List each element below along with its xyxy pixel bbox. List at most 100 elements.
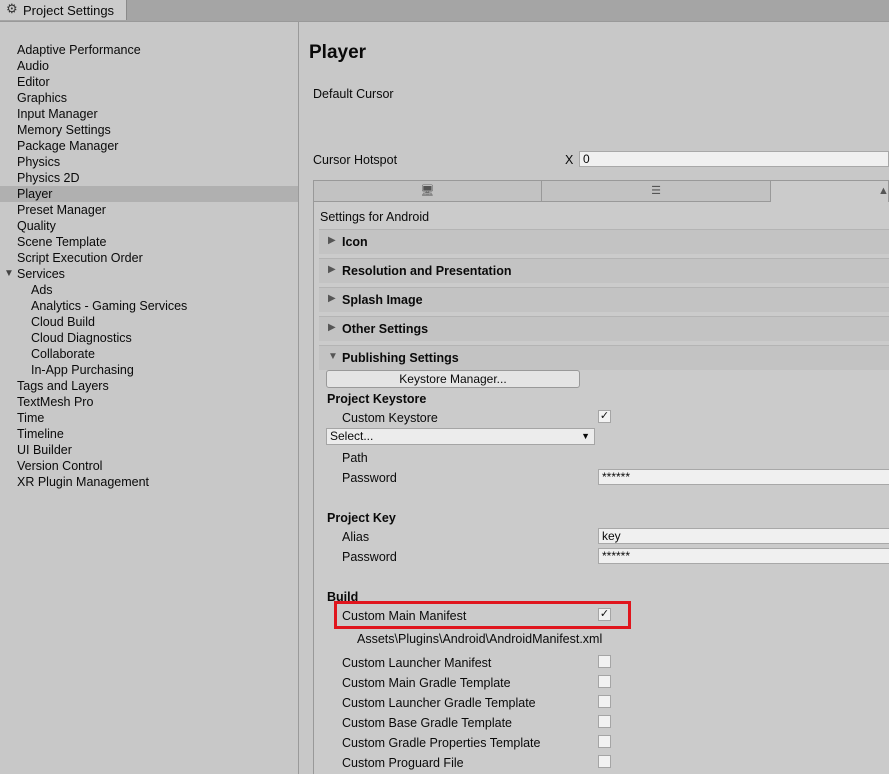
custom-launcher-manifest-checkbox[interactable] <box>598 655 611 668</box>
key-password-label: Password <box>342 550 397 564</box>
sidebar-item-time[interactable]: Time <box>0 410 298 426</box>
sidebar-item-script-execution-order[interactable]: Script Execution Order <box>0 250 298 266</box>
pane-divider[interactable] <box>298 21 299 774</box>
manifest-path-label: Assets\Plugins\Android\AndroidManifest.x… <box>357 632 603 646</box>
expand-triangle-icon: ▼ <box>328 351 338 362</box>
sidebar-item-timeline[interactable]: Timeline <box>0 426 298 442</box>
section-splash-image[interactable]: ▶ Splash Image <box>319 287 889 312</box>
section-icon[interactable]: ▶ Icon <box>319 229 889 254</box>
sidebar-item-label: Memory Settings <box>17 123 111 137</box>
alias-input[interactable]: key <box>598 528 889 544</box>
sidebar-item-input-manager[interactable]: Input Manager <box>0 106 298 122</box>
keystore-select-dropdown[interactable]: Select... ▼ <box>326 428 595 445</box>
sidebar-item-analytics[interactable]: Analytics - Gaming Services <box>0 298 298 314</box>
sidebar-item-package-manager[interactable]: Package Manager <box>0 138 298 154</box>
sidebar-item-textmesh-pro[interactable]: TextMesh Pro <box>0 394 298 410</box>
sidebar-item-collaborate[interactable]: Collaborate <box>0 346 298 362</box>
section-title: Other Settings <box>342 322 429 336</box>
cursor-hotspot-label: Cursor Hotspot <box>313 153 398 167</box>
sidebar-item-player[interactable]: Player <box>0 186 298 202</box>
sidebar-item-memory-settings[interactable]: Memory Settings <box>0 122 298 138</box>
section-publishing-settings[interactable]: ▼ Publishing Settings <box>319 345 889 370</box>
sidebar-item-label: Timeline <box>17 427 64 441</box>
tab-standalone[interactable]: 🖥 <box>313 180 542 202</box>
android-icon: ▲ <box>878 185 889 197</box>
sidebar-item-label: Package Manager <box>17 139 119 153</box>
section-title: Splash Image <box>342 293 423 307</box>
sidebar-item-label: TextMesh Pro <box>17 395 94 409</box>
sidebar-item-cloud-diagnostics[interactable]: Cloud Diagnostics <box>0 330 298 346</box>
sidebar-item-label: Player <box>17 187 53 201</box>
custom-launcher-gradle-template-checkbox[interactable] <box>598 695 611 708</box>
gear-icon: ⚙ <box>6 1 18 16</box>
hotspot-x-input[interactable]: 0 <box>579 151 889 167</box>
tab-project-settings[interactable]: ⚙ Project Settings <box>0 0 127 20</box>
tab-title: Project Settings <box>23 3 115 18</box>
sidebar-item-label: Analytics - Gaming Services <box>31 299 188 313</box>
sidebar-item-scene-template[interactable]: Scene Template <box>0 234 298 250</box>
sidebar-item-label: In-App Purchasing <box>31 363 134 377</box>
dropdown-value: Select... <box>330 429 374 443</box>
custom-gradle-properties-template-checkbox[interactable] <box>598 735 611 748</box>
sidebar-item-quality[interactable]: Quality <box>0 218 298 234</box>
custom-launcher-gradle-template-label: Custom Launcher Gradle Template <box>342 696 536 710</box>
sidebar-item-preset-manager[interactable]: Preset Manager <box>0 202 298 218</box>
custom-proguard-file-label: Custom Proguard File <box>342 756 464 770</box>
keystore-manager-button[interactable]: Keystore Manager... <box>326 370 580 388</box>
custom-proguard-file-checkbox[interactable] <box>598 755 611 768</box>
chevron-down-icon: ▼ <box>581 431 590 441</box>
sidebar-item-in-app-purchasing[interactable]: In-App Purchasing <box>0 362 298 378</box>
alias-label: Alias <box>342 530 370 544</box>
section-title: Resolution and Presentation <box>342 264 512 278</box>
custom-base-gradle-template-label: Custom Base Gradle Template <box>342 716 512 730</box>
sidebar-item-label: Tags and Layers <box>17 379 109 393</box>
section-other-settings[interactable]: ▶ Other Settings <box>319 316 889 341</box>
sidebar-item-label: Physics <box>17 155 61 169</box>
sidebar-item-label: Audio <box>17 59 49 73</box>
sidebar-item-editor[interactable]: Editor <box>0 74 298 90</box>
settings-for-label: Settings for Android <box>320 210 430 224</box>
custom-main-gradle-template-checkbox[interactable] <box>598 675 611 688</box>
sidebar-item-label: Preset Manager <box>17 203 106 217</box>
sidebar-item-audio[interactable]: Audio <box>0 58 298 74</box>
sidebar-item-label: Collaborate <box>31 347 95 361</box>
sidebar-item-adaptive-performance[interactable]: Adaptive Performance <box>0 42 298 58</box>
sidebar-item-xr-plugin-management[interactable]: XR Plugin Management <box>0 474 298 490</box>
sidebar-item-physics[interactable]: Physics <box>0 154 298 170</box>
sidebar-item-label: Adaptive Performance <box>17 43 141 57</box>
sidebar-item-ui-builder[interactable]: UI Builder <box>0 442 298 458</box>
collapse-triangle-icon: ▶ <box>328 322 336 333</box>
sidebar-item-label: UI Builder <box>17 443 72 457</box>
server-icon: ☰ <box>651 185 661 197</box>
custom-gradle-properties-template-label: Custom Gradle Properties Template <box>342 736 541 750</box>
sidebar-item-label: Scene Template <box>17 235 107 249</box>
expand-triangle-icon[interactable]: ▼ <box>4 266 14 282</box>
sidebar-item-label: Script Execution Order <box>17 251 143 265</box>
custom-launcher-manifest-label: Custom Launcher Manifest <box>342 656 492 670</box>
sidebar-item-tags-and-layers[interactable]: Tags and Layers <box>0 378 298 394</box>
sidebar-item-version-control[interactable]: Version Control <box>0 458 298 474</box>
tab-android[interactable]: ▲ <box>770 180 889 202</box>
highlight-box <box>334 601 631 629</box>
sidebar-item-cloud-build[interactable]: Cloud Build <box>0 314 298 330</box>
sidebar-item-label: Editor <box>17 75 50 89</box>
collapse-triangle-icon: ▶ <box>328 293 336 304</box>
custom-keystore-checkbox[interactable]: ✓ <box>598 410 611 423</box>
custom-main-gradle-template-label: Custom Main Gradle Template <box>342 676 511 690</box>
custom-base-gradle-template-checkbox[interactable] <box>598 715 611 728</box>
monitor-icon: 🖥 <box>420 185 435 197</box>
sidebar-item-graphics[interactable]: Graphics <box>0 90 298 106</box>
key-password-input[interactable]: ****** <box>598 548 889 564</box>
sidebar-item-ads[interactable]: Ads <box>0 282 298 298</box>
sidebar-item-services[interactable]: ▼ Services <box>0 266 298 282</box>
sidebar-item-label: Quality <box>17 219 56 233</box>
tab-server[interactable]: ☰ <box>541 180 771 202</box>
section-resolution-and-presentation[interactable]: ▶ Resolution and Presentation <box>319 258 889 283</box>
player-settings-panel: Settings for Android ▶ Icon ▶ Resolution… <box>313 202 889 774</box>
section-title: Publishing Settings <box>342 351 459 365</box>
sidebar-item-physics-2d[interactable]: Physics 2D <box>0 170 298 186</box>
path-label: Path <box>342 451 368 465</box>
keystore-password-input[interactable]: ****** <box>598 469 889 485</box>
sidebar-item-label: Time <box>17 411 45 425</box>
hotspot-x-label: X <box>565 153 574 167</box>
